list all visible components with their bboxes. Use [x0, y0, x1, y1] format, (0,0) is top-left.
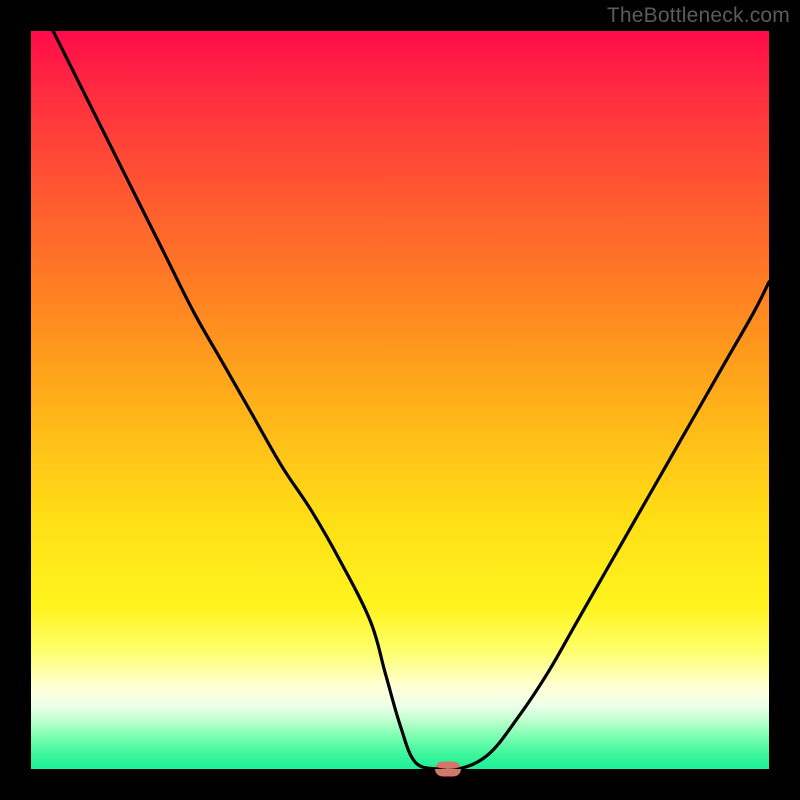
- attribution-label: TheBottleneck.com: [607, 4, 790, 28]
- chart-frame: TheBottleneck.com: [0, 0, 800, 800]
- plot-area: [31, 31, 769, 769]
- bottleneck-curve: [31, 31, 769, 769]
